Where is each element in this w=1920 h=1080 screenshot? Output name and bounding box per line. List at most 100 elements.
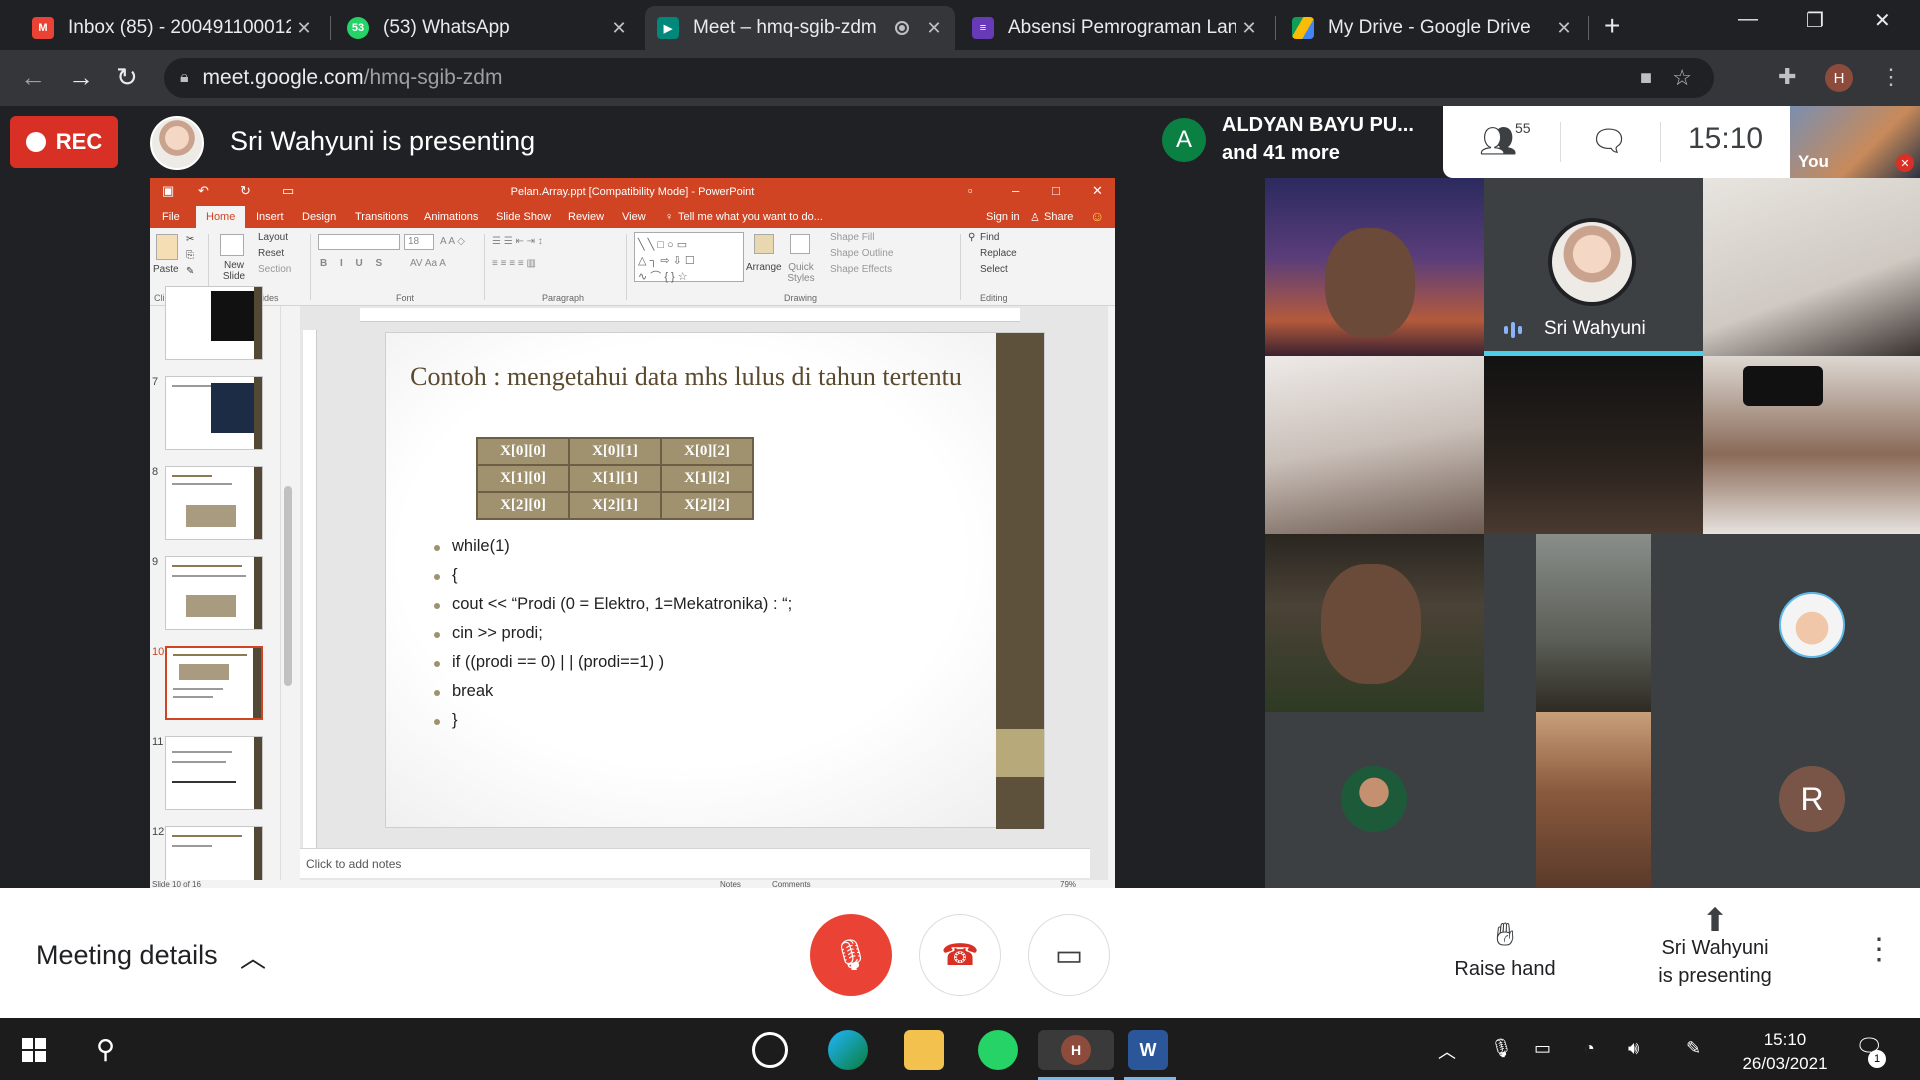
- participant-tile[interactable]: [1703, 178, 1920, 356]
- tab-gmail[interactable]: M Inbox (85) - 200491100012@ ✕: [20, 6, 325, 50]
- current-slide: Contoh : mengetahui data mhs lulus di ta…: [385, 332, 1045, 829]
- table-cell: X[1][0]: [476, 464, 570, 493]
- microphone-toggle-button[interactable]: 🎙︎: [810, 914, 892, 996]
- participant-tile[interactable]: [1484, 534, 1703, 712]
- slide-thumbnail: [165, 826, 263, 888]
- gmail-icon: M: [32, 17, 54, 39]
- shapes-icon: ∿ ⌒ { } ☆: [638, 271, 688, 283]
- search-icon[interactable]: ⚲: [96, 1034, 115, 1065]
- list-item: cout << “Prodi (0 = Elektro, 1=Mekatroni…: [434, 595, 792, 624]
- participant-tile[interactable]: [1484, 356, 1703, 534]
- profile-avatar[interactable]: H: [1825, 64, 1853, 92]
- lock-icon[interactable]: 🔒︎: [180, 69, 189, 87]
- tab-title: Inbox (85) - 200491100012@: [68, 17, 291, 38]
- window-close-icon[interactable]: ✕: [1874, 8, 1891, 33]
- participant-tile[interactable]: [1703, 534, 1920, 712]
- meeting-details-button[interactable]: Meeting details: [36, 940, 218, 971]
- restore-icon[interactable]: ❐: [1806, 8, 1824, 33]
- presenting-title: Sri Wahyuni is presenting: [230, 126, 536, 156]
- close-icon[interactable]: ✕: [1551, 18, 1577, 39]
- clock-date: 26/03/2021: [1742, 1054, 1828, 1073]
- minimize-icon[interactable]: —: [1738, 8, 1758, 31]
- participant-tile[interactable]: [1265, 178, 1484, 356]
- tab-title: Meet – hmq-sgib-zdm: [693, 17, 877, 38]
- wifi-icon[interactable]: ◔: [1584, 1038, 1595, 1059]
- table-cell: X[1][2]: [660, 464, 754, 493]
- tab-drive[interactable]: My Drive - Google Drive ✕: [1280, 6, 1585, 50]
- word-icon[interactable]: W: [1128, 1030, 1168, 1070]
- bookmark-star-icon[interactable]: ☆: [1672, 65, 1692, 91]
- participant-summary: A ALDYAN BAYU PU... and 41 more: [1150, 106, 1440, 178]
- whatsapp-taskbar-icon[interactable]: [978, 1030, 1018, 1070]
- system-clock[interactable]: 15:10 26/03/2021: [1730, 1028, 1840, 1076]
- close-icon[interactable]: ✕: [921, 18, 947, 39]
- ppt-tab: Transitions: [355, 211, 409, 223]
- shape-effects-label: Shape Effects: [830, 264, 893, 275]
- volume-icon[interactable]: 🔊︎: [1628, 1038, 1639, 1059]
- raise-hand-button[interactable]: ✋︎ Raise hand: [1440, 916, 1570, 981]
- font-spacing-icons: AV Aa A: [410, 258, 446, 269]
- file-explorer-icon[interactable]: [904, 1030, 944, 1070]
- more-options-icon[interactable]: ⋮: [1864, 932, 1894, 967]
- participant-tile[interactable]: [1265, 356, 1484, 534]
- participant-name: Sri Wahyuni: [1544, 318, 1646, 339]
- close-icon[interactable]: ✕: [606, 18, 632, 39]
- self-video-tile[interactable]: You ✕: [1790, 106, 1920, 178]
- participant-tile[interactable]: [1484, 712, 1703, 888]
- slide-counter: Slide 10 of 16: [152, 880, 201, 888]
- camera-icon: ▭: [1054, 938, 1084, 972]
- tab-whatsapp[interactable]: 53 (53) WhatsApp ✕: [335, 6, 640, 50]
- close-icon[interactable]: ✕: [1236, 18, 1262, 39]
- participant-tile[interactable]: R: [1703, 712, 1920, 888]
- forward-icon[interactable]: →: [68, 62, 94, 93]
- presenter-avatar: [150, 116, 204, 170]
- url-host: meet.google.com: [202, 66, 364, 89]
- meeting-clock: 15:10: [1688, 122, 1764, 155]
- hang-up-icon: ☎︎: [941, 938, 979, 972]
- new-slide-icon: [220, 234, 244, 256]
- participant-tile[interactable]: [1265, 534, 1484, 712]
- tab-meet[interactable]: ▶ Meet – hmq-sgib-zdm ✕: [645, 6, 955, 50]
- close-icon[interactable]: ✕: [291, 18, 317, 39]
- notes-pane: Click to add notes: [300, 848, 1090, 878]
- meet-control-bar: Meeting details ︿ 🎙︎ ☎︎ ▭ ✋︎ Raise hand …: [0, 888, 1920, 1018]
- people-icon[interactable]: 👥︎: [1479, 124, 1517, 159]
- notification-badge: 1: [1868, 1050, 1886, 1068]
- participant-tile-speaking[interactable]: Sri Wahyuni: [1484, 178, 1703, 356]
- present-now-button[interactable]: ⬆︎ Sri Wahyuni is presenting: [1640, 904, 1790, 990]
- hand-icon: ✋︎: [1495, 916, 1515, 952]
- extensions-icon[interactable]: ✚: [1778, 64, 1796, 90]
- participant-tile[interactable]: [1703, 356, 1920, 534]
- copy-icon: ⎘: [186, 250, 194, 261]
- pen-icon[interactable]: ✎: [1686, 1038, 1701, 1059]
- ppt-tab: File: [162, 211, 180, 223]
- section-label: Section: [258, 264, 292, 275]
- participant-tile[interactable]: [1265, 712, 1484, 888]
- shared-screen-powerpoint: ▣ ↶ ↻ ▭ Pelan.Array.ppt [Compatibility M…: [150, 178, 1115, 888]
- font-style-icons: B I U S: [320, 258, 388, 269]
- participant-avatar: [1341, 766, 1407, 832]
- obs-icon[interactable]: [752, 1032, 788, 1068]
- new-tab-button[interactable]: +: [1604, 10, 1620, 42]
- microphone-icon[interactable]: 🎙︎: [1490, 1038, 1513, 1059]
- edge-icon[interactable]: [828, 1030, 868, 1070]
- leave-call-button[interactable]: ☎︎: [919, 914, 1001, 996]
- paste-icon: [156, 234, 178, 260]
- notes-toggle: Notes: [720, 880, 741, 888]
- chevron-up-icon[interactable]: ︿: [1438, 1038, 1456, 1064]
- battery-icon[interactable]: ▭: [1534, 1038, 1551, 1059]
- back-icon[interactable]: ←: [20, 62, 46, 93]
- tab-forms[interactable]: ≡ Absensi Pemrograman Lanj ✕: [960, 6, 1270, 50]
- chevron-up-icon[interactable]: ︿: [240, 938, 266, 975]
- chat-icon[interactable]: 🗨︎: [1590, 124, 1628, 159]
- windows-taskbar: ⚲ H W ︿ 🎙︎ ▭ ◔ 🔊︎ ✎ 15:10 26/03/2021 🗨︎ …: [0, 1018, 1920, 1080]
- menu-kebab-icon[interactable]: ⋮: [1880, 64, 1902, 90]
- camera-permission-icon[interactable]: ■: [1640, 67, 1652, 90]
- camera-toggle-button[interactable]: ▭: [1028, 914, 1110, 996]
- arrange-label: Arrange: [746, 262, 782, 273]
- address-bar[interactable]: 🔒︎ meet.google.com/hmq-sgib-zdm ■ ☆: [164, 58, 1714, 98]
- windows-start-icon[interactable]: [22, 1038, 46, 1062]
- reload-icon[interactable]: ↻: [116, 62, 138, 93]
- list-item: {: [434, 566, 792, 595]
- chrome-profile-taskbar-icon[interactable]: H: [1038, 1030, 1114, 1070]
